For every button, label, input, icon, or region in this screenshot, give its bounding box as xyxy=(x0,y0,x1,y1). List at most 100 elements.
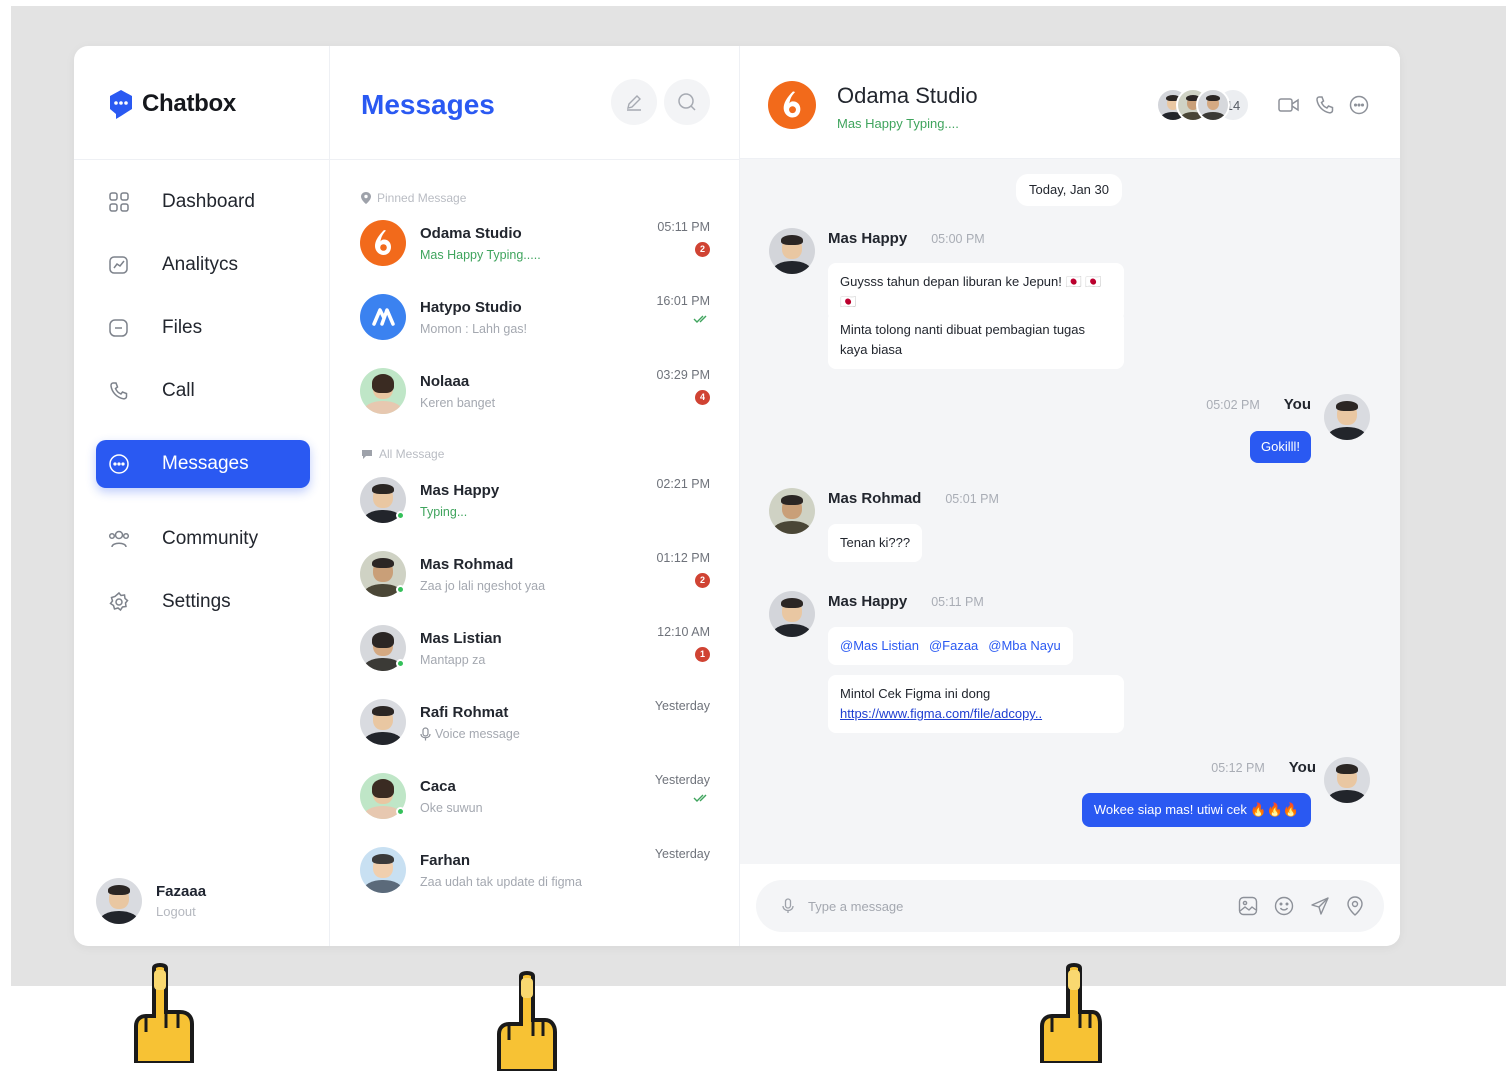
sidebar-item-label: Analitycs xyxy=(162,254,239,275)
pointing-hand-icon xyxy=(497,971,557,1071)
phone-icon xyxy=(1316,96,1334,114)
message-thread[interactable]: Today, Jan 30 Mas Happy 05:00 PM Guysss … xyxy=(740,159,1400,864)
current-user: Fazaaa Logout xyxy=(96,878,206,924)
pointing-hand-icon xyxy=(134,963,194,1063)
chat-header: Odama Studio Mas Happy Typing.... 14 xyxy=(740,46,1400,159)
conversation-item[interactable]: Caca Oke suwun Yesterday xyxy=(360,771,710,821)
unread-badge: 2 xyxy=(695,242,710,257)
avatar xyxy=(360,220,406,266)
online-indicator xyxy=(396,659,405,668)
message-author: You xyxy=(1283,396,1311,413)
avatar[interactable] xyxy=(769,488,815,534)
sidebar-divider xyxy=(74,159,330,160)
message-input[interactable] xyxy=(808,898,1238,914)
conversation-time: 05:11 PM xyxy=(657,220,710,234)
message-bubble[interactable]: Tenan ki??? xyxy=(828,524,923,562)
emoji-icon[interactable] xyxy=(1274,896,1294,916)
unread-badge: 4 xyxy=(695,390,710,405)
message-time: 05:11 PM xyxy=(931,595,984,609)
sidebar-item-dashboard[interactable]: Dashboard xyxy=(96,178,310,226)
date-divider: Today, Jan 30 xyxy=(1016,174,1122,206)
double-check-icon xyxy=(693,794,707,802)
brand-name: Chatbox xyxy=(142,90,236,117)
group-members[interactable]: 14 xyxy=(1156,88,1250,122)
avatar xyxy=(360,477,406,523)
avatar[interactable] xyxy=(769,228,815,274)
message-bubble[interactable]: Minta tolong nanti dibuat pembagian tuga… xyxy=(828,311,1124,369)
conversation-item[interactable]: Odama Studio Mas Happy Typing..... 05:11… xyxy=(360,218,710,268)
sidebar-item-label: Messages xyxy=(162,453,249,474)
mention-link[interactable]: @Mba Nayu xyxy=(988,638,1060,653)
image-icon[interactable] xyxy=(1238,896,1258,916)
message-time: 05:02 PM xyxy=(1206,398,1260,412)
more-icon xyxy=(1349,95,1369,115)
conversation-item[interactable]: Hatypo Studio Momon : Lahh gas! 16:01 PM xyxy=(360,292,710,342)
sidebar-item-call[interactable]: Call xyxy=(96,367,310,415)
online-indicator xyxy=(396,585,405,594)
sidebar-item-label: Files xyxy=(162,317,203,338)
voice-call-button[interactable] xyxy=(1314,94,1336,116)
conversation-preview: Voice message xyxy=(420,727,710,741)
video-call-button[interactable] xyxy=(1278,94,1300,116)
chat-avatar[interactable] xyxy=(768,81,816,134)
composer xyxy=(740,864,1400,946)
conversation-item[interactable]: Mas Happy Typing... 02:21 PM xyxy=(360,475,710,525)
conversation-time: 01:12 PM xyxy=(656,551,710,565)
figma-link[interactable]: https://www.figma.com/file/adcopy.. xyxy=(840,704,1112,724)
conversation-item[interactable]: Farhan Zaa udah tak update di figma Yest… xyxy=(360,845,710,895)
main-nav: Dashboard Analitycs Files Call Messages … xyxy=(96,178,310,626)
sidebar-item-analytics[interactable]: Analitycs xyxy=(96,241,310,289)
microphone-icon[interactable] xyxy=(782,898,794,914)
sidebar-item-messages[interactable]: Messages xyxy=(96,440,310,488)
message-header: Mas Happy 05:11 PM xyxy=(828,593,984,610)
mention-link[interactable]: @Mas Listian xyxy=(840,638,919,653)
avatar[interactable] xyxy=(769,591,815,637)
sidebar-item-community[interactable]: Community xyxy=(96,515,310,563)
all-messages-section-label: All Message xyxy=(361,447,444,461)
avatar[interactable] xyxy=(96,878,142,924)
avatar xyxy=(360,773,406,819)
message-header: Mas Happy 05:00 PM xyxy=(828,230,985,247)
pinned-section-label: Pinned Message xyxy=(361,191,466,205)
logout-link[interactable]: Logout xyxy=(156,904,206,919)
message-bubble[interactable]: Mintol Cek Figma ini dong https://www.fi… xyxy=(828,675,1124,733)
conversation-item[interactable]: Mas Listian Mantapp za 12:10 AM 1 xyxy=(360,623,710,673)
message-author: You xyxy=(1288,759,1316,776)
search-button[interactable] xyxy=(664,79,710,125)
avatar xyxy=(360,551,406,597)
conversation-item[interactable]: Rafi Rohmat Voice message Yesterday xyxy=(360,697,710,747)
conversation-item[interactable]: Mas Rohmad Zaa jo lali ngeshot yaa 01:12… xyxy=(360,549,710,599)
more-options-button[interactable] xyxy=(1348,94,1370,116)
sidebar: Chatbox Dashboard Analitycs Files Call M… xyxy=(74,46,330,946)
message-input-bar xyxy=(756,880,1384,932)
message-header: Mas Rohmad 05:01 PM xyxy=(828,490,999,507)
message-author: Mas Happy xyxy=(828,230,908,247)
mention-link[interactable]: @Fazaa xyxy=(929,638,978,653)
chart-icon xyxy=(108,254,130,276)
mention-bubble[interactable]: @Mas Listian @Fazaa @Mba Nayu xyxy=(828,627,1073,665)
compose-button[interactable] xyxy=(611,79,657,125)
conversation-item[interactable]: Nolaaa Keren banget 03:29 PM 4 xyxy=(360,366,710,416)
message-time: 05:12 PM xyxy=(1211,761,1265,775)
sidebar-item-label: Community xyxy=(162,528,259,549)
brand-logo[interactable]: Chatbox xyxy=(106,88,236,120)
send-icon[interactable] xyxy=(1310,896,1330,916)
search-icon xyxy=(678,93,696,111)
double-check-icon xyxy=(693,315,707,323)
message-bubble[interactable]: Wokee siap mas! utiwi cek 🔥🔥🔥 xyxy=(1081,793,1311,827)
sidebar-item-settings[interactable]: Settings xyxy=(96,578,310,626)
avatar[interactable] xyxy=(1324,394,1370,440)
avatar xyxy=(360,368,406,414)
video-camera-icon xyxy=(1278,98,1299,112)
conversation-time: 03:29 PM xyxy=(656,368,710,382)
sidebar-item-files[interactable]: Files xyxy=(96,304,310,352)
message-icon xyxy=(362,449,372,459)
message-bubble[interactable]: Gokilll! xyxy=(1249,431,1311,463)
message-text: Mintol Cek Figma ini dong xyxy=(840,686,991,701)
conversation-preview: Typing... xyxy=(420,504,468,519)
list-divider xyxy=(330,159,740,160)
location-pin-icon[interactable] xyxy=(1346,896,1364,916)
conversation-time: 12:10 AM xyxy=(657,625,710,639)
chat-panel: Odama Studio Mas Happy Typing.... 14 Tod… xyxy=(740,46,1400,946)
avatar[interactable] xyxy=(1324,757,1370,803)
